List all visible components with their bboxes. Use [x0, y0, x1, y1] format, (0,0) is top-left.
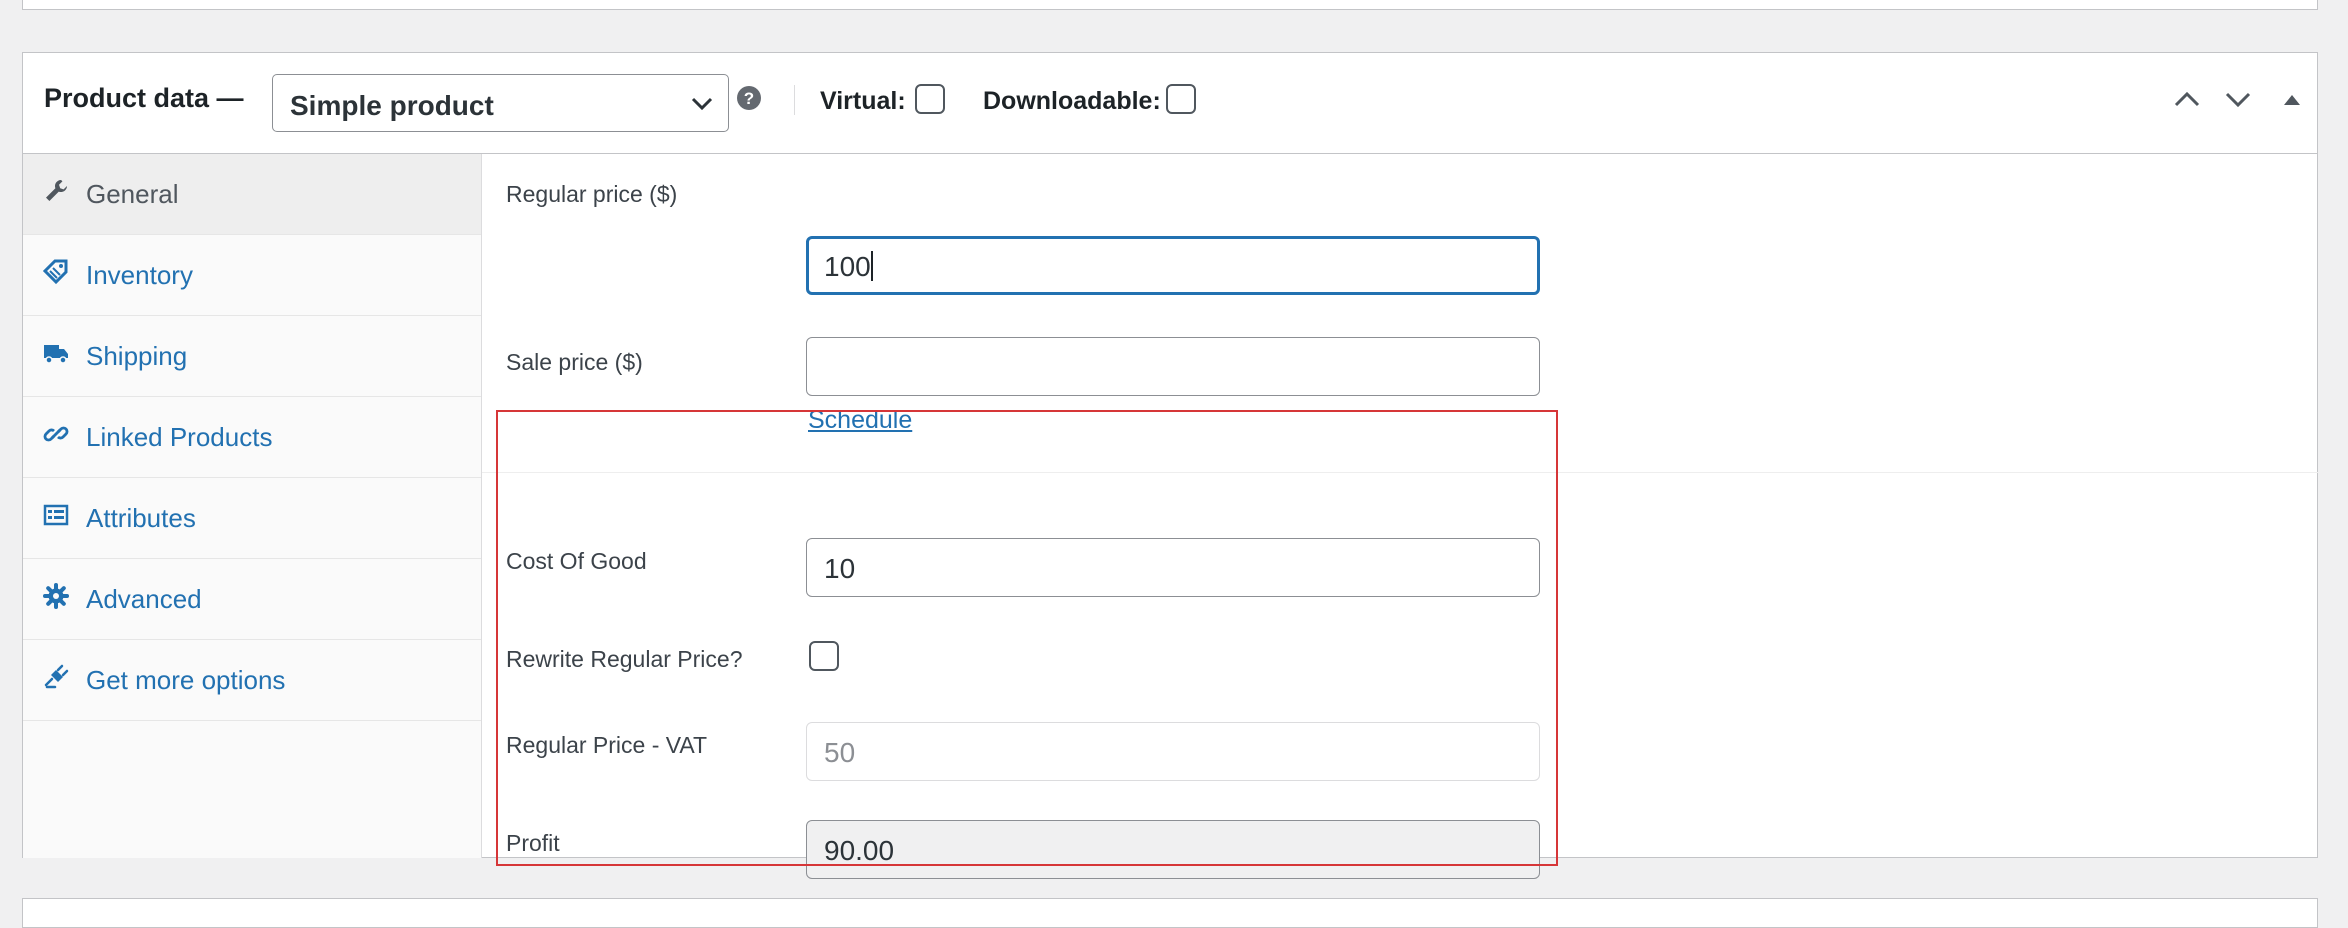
tab-label: Linked Products — [86, 422, 273, 452]
header-divider — [794, 85, 795, 115]
plugin-icon — [44, 664, 69, 689]
tab-get-more-options[interactable]: Get more options — [23, 640, 481, 721]
rewrite-regular-price-label: Rewrite Regular Price? — [506, 646, 743, 672]
regular-price-vat-input: 50 — [806, 722, 1540, 781]
profit-label: Profit — [506, 830, 560, 856]
general-panel: Regular price ($) 100 Sale price ($) Sch… — [482, 154, 2318, 879]
regular-price-vat-label: Regular Price - VAT — [506, 732, 708, 758]
tab-label: General — [86, 179, 179, 209]
collapse-toggle-icon[interactable] — [2280, 83, 2304, 115]
chevron-down-icon — [691, 97, 713, 111]
svg-text:?: ? — [744, 89, 754, 108]
tab-linked-products[interactable]: Linked Products — [23, 397, 481, 478]
tab-label: Advanced — [86, 584, 202, 614]
move-down-icon[interactable] — [2222, 83, 2254, 115]
tag-icon — [43, 259, 68, 285]
text-cursor — [870, 251, 873, 281]
tab-label: Get more options — [86, 665, 286, 695]
link-icon — [43, 426, 69, 442]
downloadable-checkbox[interactable] — [1166, 84, 1196, 114]
list-icon — [43, 504, 69, 526]
rewrite-regular-price-checkbox[interactable] — [809, 641, 839, 671]
profit-input: 90.00 — [806, 820, 1540, 879]
truck-icon — [44, 345, 68, 364]
tab-advanced[interactable]: Advanced — [23, 559, 481, 640]
downloadable-label: Downloadable: — [983, 87, 1161, 115]
product-data-tabs: General Inventory Shipping Linked Produc… — [23, 154, 482, 858]
cost-of-good-input[interactable]: 10 — [806, 538, 1540, 597]
next-metabox — [22, 898, 2318, 928]
regular-price-input[interactable]: 100 — [806, 236, 1540, 295]
tab-general[interactable]: General — [23, 154, 481, 235]
sale-price-label: Sale price ($) — [506, 349, 643, 375]
sale-price-input[interactable] — [806, 337, 1540, 396]
schedule-link[interactable]: Schedule — [808, 406, 912, 435]
virtual-checkbox[interactable] — [915, 84, 945, 114]
regular-price-value: 100 — [824, 251, 871, 282]
tab-label: Attributes — [86, 503, 196, 533]
move-up-icon[interactable] — [2171, 83, 2203, 115]
virtual-label: Virtual: — [820, 87, 906, 115]
tab-inventory[interactable]: Inventory — [23, 235, 481, 316]
product-type-select[interactable]: Simple product — [272, 74, 729, 132]
previous-metabox — [22, 0, 2318, 10]
wrench-icon — [46, 179, 68, 201]
panel-header: Product data — Simple product ? Virtual:… — [23, 53, 2317, 154]
panel-title: Product data — — [44, 83, 244, 113]
section-divider — [482, 472, 2318, 473]
tab-attributes[interactable]: Attributes — [23, 478, 481, 559]
cost-of-good-label: Cost Of Good — [506, 548, 647, 574]
product-type-value: Simple product — [290, 90, 494, 121]
product-data-panel: Product data — Simple product ? Virtual:… — [22, 52, 2318, 879]
tab-label: Shipping — [86, 341, 188, 371]
help-icon[interactable]: ? — [736, 85, 762, 111]
tab-label: Inventory — [86, 260, 193, 290]
tab-shipping[interactable]: Shipping — [23, 316, 481, 397]
gear-icon — [43, 583, 69, 609]
regular-price-label: Regular price ($) — [506, 181, 678, 207]
